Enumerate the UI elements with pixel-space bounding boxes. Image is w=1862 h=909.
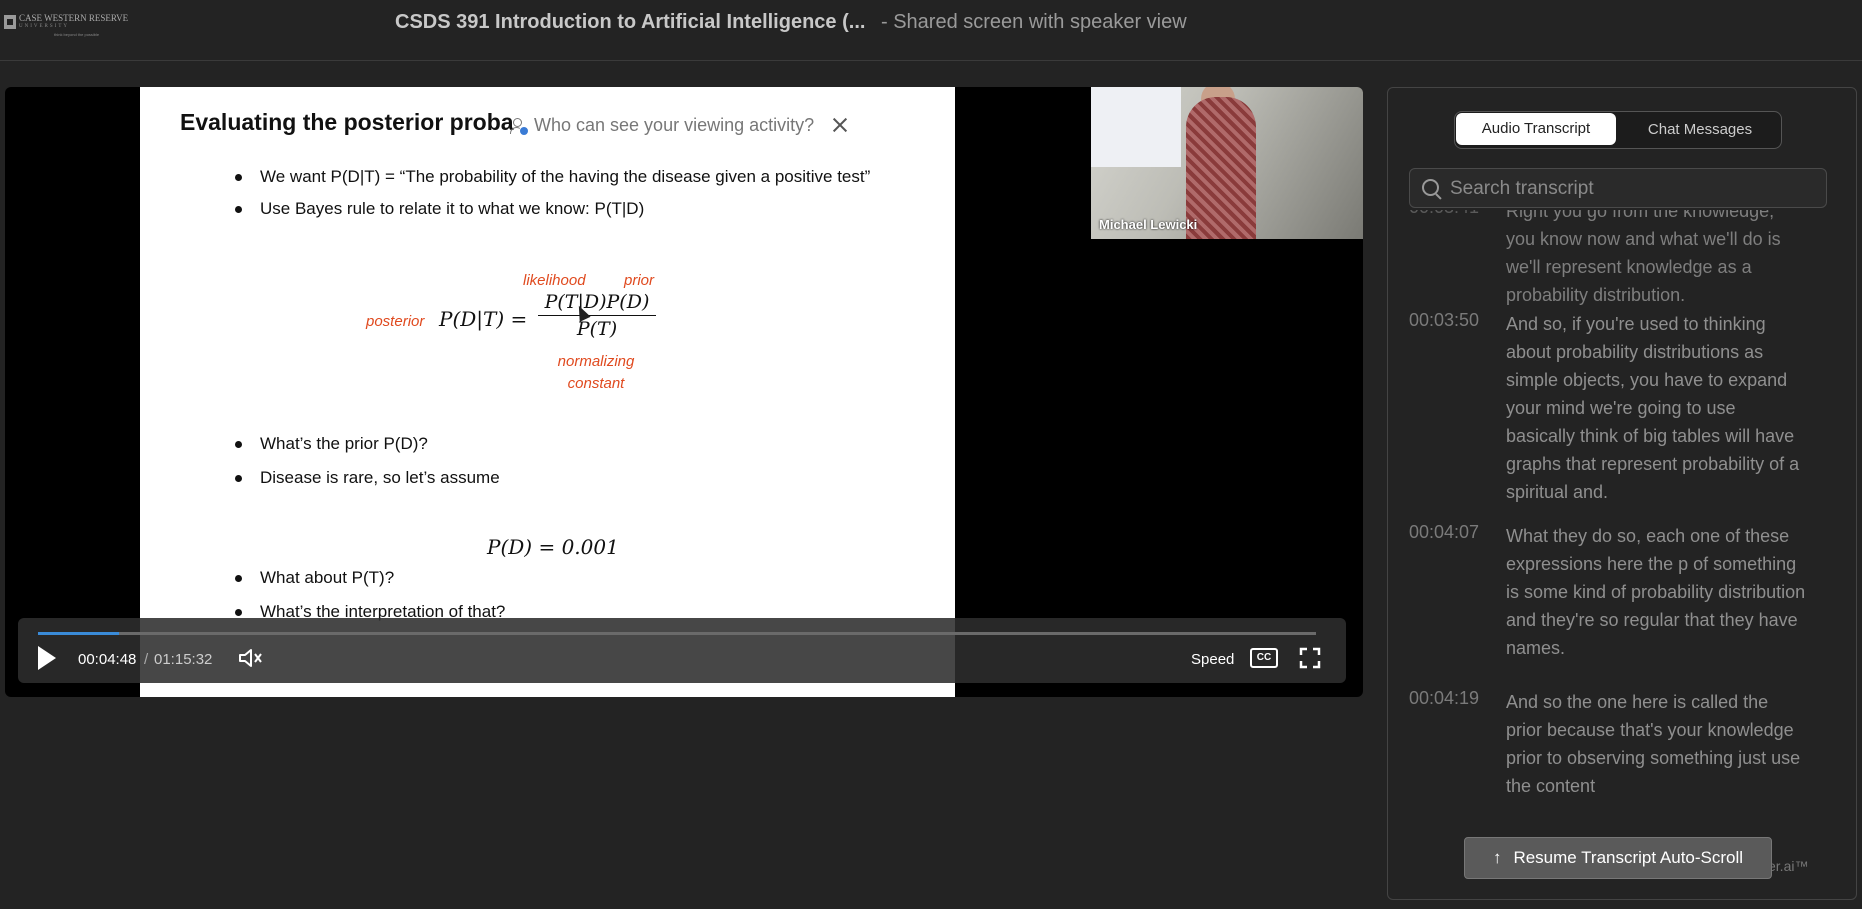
duration: 01:15:32 [154, 651, 213, 668]
captions-button[interactable]: CC [1250, 648, 1278, 668]
slide-bullet: What about P(T)? [234, 568, 395, 587]
whiteboard [1091, 87, 1181, 167]
entry-timestamp[interactable]: 00:04:19 [1409, 688, 1479, 709]
resume-autoscroll-button[interactable]: ↑ Resume Transcript Auto-Scroll [1464, 837, 1772, 879]
entry-timestamp[interactable]: 00:04:07 [1409, 522, 1479, 543]
tab-chat-messages[interactable]: Chat Messages [1620, 112, 1780, 148]
entry-timestamp[interactable]: 00:03:50 [1409, 310, 1479, 331]
slide-bullet: Disease is rare, so let’s assume [235, 468, 500, 487]
slide-bullet: We want P(D|T) = “The probability of the… [234, 167, 871, 186]
current-time: 00:04:48 [78, 651, 137, 668]
volume-icon[interactable] [238, 647, 264, 669]
transcript-list[interactable]: 00:03:41 Right you go from the knowledge… [1388, 210, 1856, 899]
logo-sub: UNIVERSITY [19, 24, 69, 29]
search-icon [1422, 179, 1439, 196]
logo-mark-icon [4, 15, 16, 29]
shared-slide: Evaluating the posterior proba Who can s… [140, 87, 955, 697]
prior-value-equation: P(D) = 0.001 [487, 535, 619, 559]
equation-numerator: P(T|D)P(D) [538, 291, 656, 316]
player-controls: 00:04:48 / 01:15:32 Speed CC [18, 618, 1346, 683]
likelihood-label: likelihood [523, 272, 586, 289]
bayes-fraction: P(T|D)P(D) P(T) [538, 291, 656, 340]
prior-label: prior [624, 272, 655, 289]
speaker-thumbnail: Michael Lewicki [1091, 87, 1363, 239]
arrow-up-icon: ↑ [1492, 848, 1502, 867]
viewer-privacy-icon [510, 117, 529, 136]
search-input[interactable] [1448, 169, 1822, 209]
search-box [1409, 168, 1827, 209]
play-button[interactable] [38, 646, 56, 670]
logo-name: CASE WESTERN RESERVE [19, 13, 129, 23]
speaker-name: Michael Lewicki [1099, 217, 1198, 232]
normalizing-constant-label: normalizing constant [554, 351, 638, 395]
close-icon[interactable] [830, 115, 850, 135]
course-title: CSDS 391 Introduction to Artificial Inte… [395, 11, 866, 33]
fullscreen-icon[interactable] [1299, 647, 1321, 669]
entry-text: What they do so, each one of these expre… [1506, 526, 1806, 658]
entry-text: And so, if you're used to thinking about… [1506, 314, 1800, 502]
powered-by-label: er.ai™ [1768, 858, 1809, 874]
seek-progress [38, 632, 120, 635]
entry-timestamp[interactable]: 00:03:41 [1409, 210, 1479, 218]
recording-title: CSDS 391 Introduction to Artificial Inte… [395, 11, 1187, 34]
viewing-activity-link[interactable]: Who can see your viewing activity? [510, 115, 814, 136]
entry-text: And so the one here is called the prior … [1506, 692, 1801, 796]
view-mode-label: - Shared screen with speaker view [881, 11, 1187, 33]
constant-word: constant [567, 375, 625, 392]
panel-tabs: Audio Transcript Chat Messages [1454, 111, 1782, 149]
transcript-panel: Audio Transcript Chat Messages 00:03:41 … [1387, 87, 1857, 900]
university-logo: CASE WESTERN RESERVE UNIVERSITY think be… [4, 13, 128, 37]
equation-lhs: P(D|T) = [439, 307, 528, 331]
viewing-activity-text[interactable]: Who can see your viewing activity? [534, 115, 814, 136]
equation-denominator: P(T) [576, 318, 618, 340]
slide-title: Evaluating the posterior proba [180, 109, 514, 135]
normalizing-word: normalizing [557, 353, 635, 370]
slide-bullet: What’s the prior P(D)? [235, 434, 428, 453]
entry-text: Right you go from the knowledge, you kno… [1506, 210, 1781, 305]
time-separator: / [144, 651, 149, 668]
resume-label: Resume Transcript Auto-Scroll [1513, 848, 1744, 867]
tab-audio-transcript[interactable]: Audio Transcript [1456, 113, 1616, 145]
speed-button[interactable]: Speed [1191, 651, 1234, 668]
seek-bar[interactable] [38, 632, 1316, 635]
logo-tagline: think beyond the possible [54, 32, 100, 37]
top-bar: CASE WESTERN RESERVE UNIVERSITY think be… [0, 0, 1862, 61]
slide-bullet: Use Bayes rule to relate it to what we k… [234, 199, 645, 218]
video-player[interactable]: Evaluating the posterior proba Who can s… [5, 87, 1363, 697]
posterior-label: posterior [366, 313, 425, 330]
